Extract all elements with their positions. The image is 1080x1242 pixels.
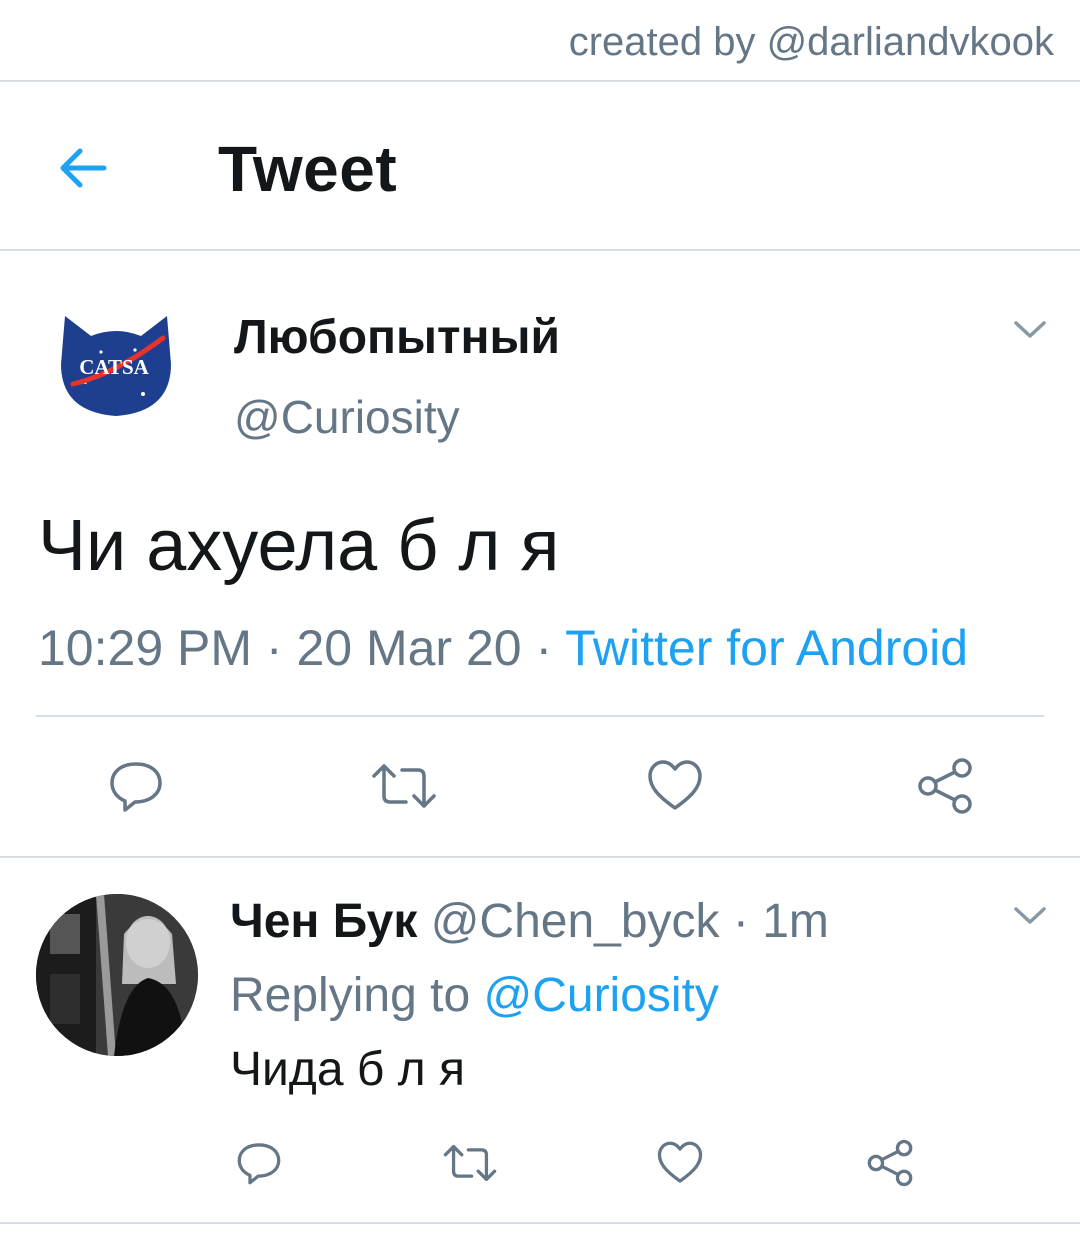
- tweet-date: 20 Mar 20: [296, 620, 522, 676]
- like-icon: [657, 1141, 703, 1183]
- avatar-photo: [36, 894, 198, 1056]
- like-icon: [648, 760, 702, 810]
- avatar[interactable]: CATSA: [55, 312, 177, 422]
- avatar-text: CATSA: [79, 355, 149, 379]
- replying-label: Replying to: [230, 969, 484, 1022]
- meta-separator: ·: [521, 620, 566, 676]
- divider: [0, 856, 1080, 858]
- reply-button[interactable]: [236, 1140, 282, 1186]
- reply-text: Чида б л я: [230, 1043, 466, 1096]
- tweet-meta: 10:29 PM · 20 Mar 20 · Twitter for Andro…: [38, 618, 968, 678]
- back-button[interactable]: [52, 136, 116, 200]
- author-handle[interactable]: @Curiosity: [234, 390, 460, 444]
- tweet-time: 10:29 PM: [38, 620, 253, 676]
- retweet-button[interactable]: [442, 1140, 498, 1186]
- page-title: Tweet: [218, 133, 398, 205]
- tweet-menu-button[interactable]: [1012, 318, 1048, 342]
- chevron-down-icon: [1014, 321, 1046, 338]
- retweet-icon: [443, 1144, 497, 1182]
- reply-avatar[interactable]: [36, 894, 198, 1056]
- divider: [0, 249, 1080, 251]
- reply-time: 1m: [762, 895, 829, 948]
- reply-menu-button[interactable]: [1012, 904, 1048, 928]
- reply-icon: [110, 762, 162, 812]
- reply-icon: [237, 1143, 281, 1185]
- share-icon: [918, 758, 972, 814]
- reply-button[interactable]: [108, 758, 164, 814]
- retweet-icon: [372, 764, 436, 808]
- catsa-logo: CATSA: [61, 316, 171, 416]
- reply-handle[interactable]: @Chen_byck: [431, 895, 720, 948]
- share-button[interactable]: [866, 1138, 914, 1188]
- chevron-down-icon: [1014, 907, 1046, 924]
- tweet-text: Чи ахуела б л я: [38, 506, 560, 586]
- divider: [0, 1222, 1080, 1224]
- divider: [0, 80, 1080, 82]
- retweet-button[interactable]: [370, 758, 438, 814]
- meta-separator: ·: [719, 895, 763, 948]
- top-bar: Tweet: [0, 84, 1080, 250]
- share-icon: [867, 1139, 913, 1187]
- like-button[interactable]: [656, 1140, 704, 1186]
- arrow-left-icon: [60, 148, 107, 188]
- reply-display-name[interactable]: Чен Бук: [230, 895, 417, 948]
- author-display-name[interactable]: Любопытный: [234, 310, 560, 366]
- like-button[interactable]: [646, 758, 704, 814]
- tweet-source-link[interactable]: Twitter for Android: [565, 620, 968, 676]
- replying-mention-link[interactable]: @Curiosity: [483, 969, 718, 1022]
- credit-text: created by @darliandvkook: [568, 20, 1054, 64]
- divider: [36, 715, 1044, 717]
- share-button[interactable]: [916, 756, 974, 816]
- meta-separator: ·: [252, 620, 297, 676]
- replying-to: Replying to @Curiosity: [230, 968, 719, 1024]
- reply-header: Чен Бук @Chen_byck · 1m: [230, 894, 829, 950]
